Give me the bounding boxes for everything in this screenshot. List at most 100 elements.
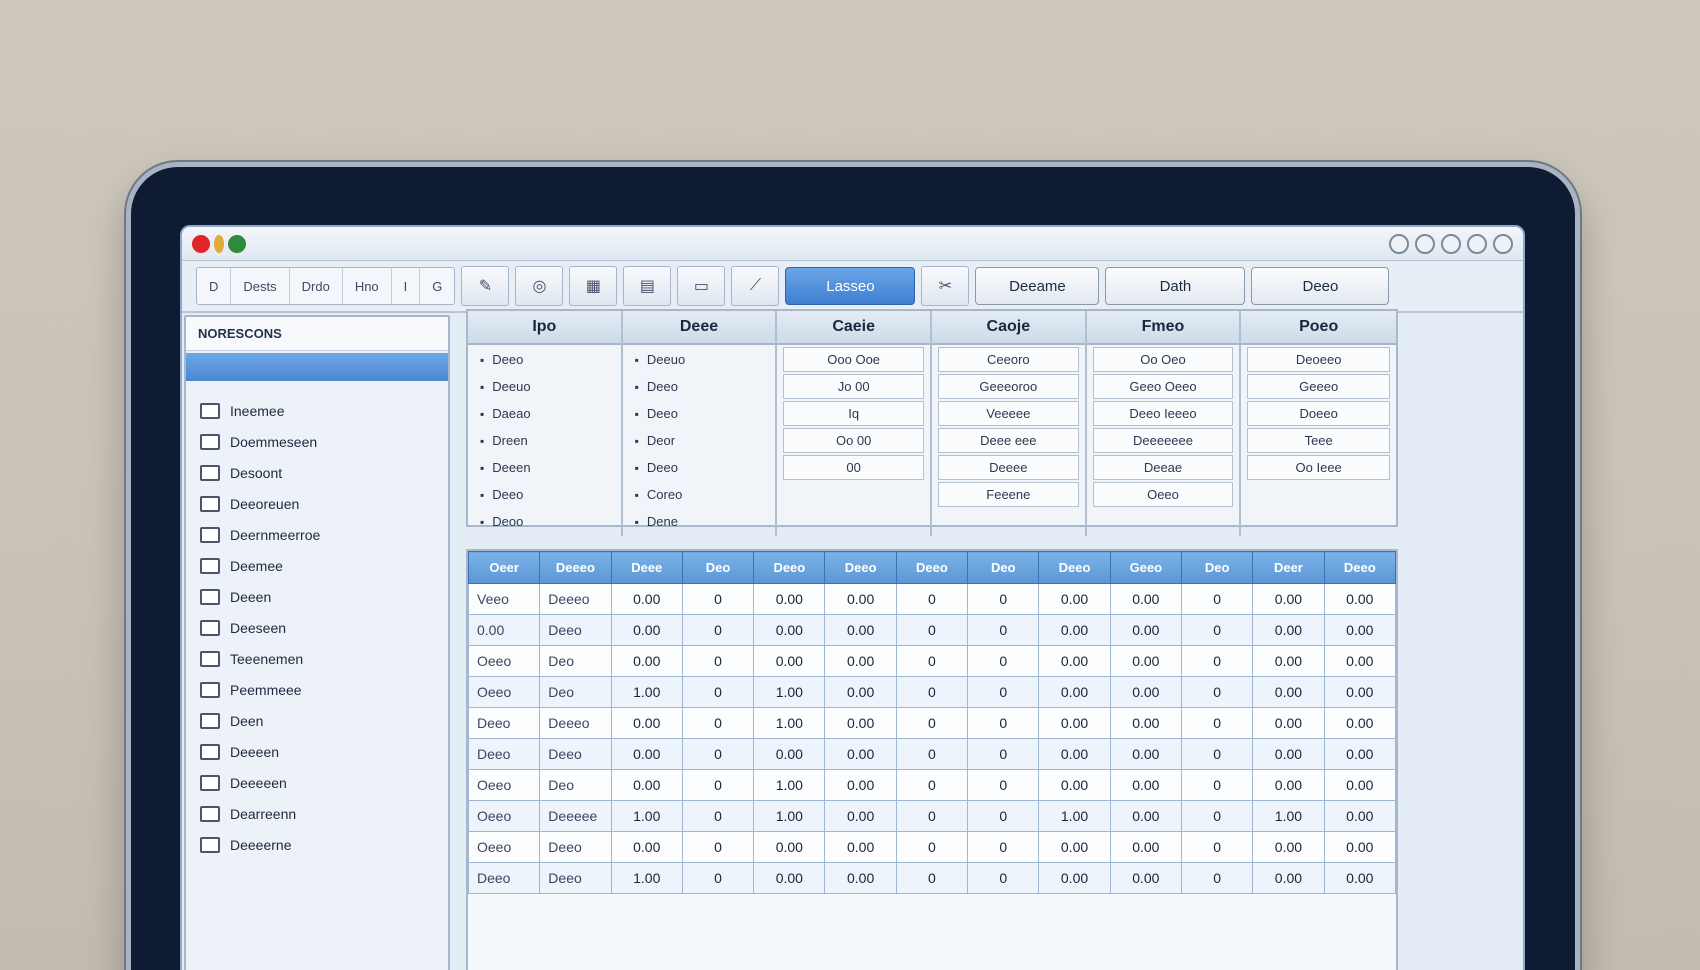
property-value[interactable]: Deeeeeee xyxy=(1092,428,1234,453)
property-value[interactable]: Iq xyxy=(783,401,924,426)
sidebar-item[interactable]: Desoont xyxy=(186,457,448,488)
property-value[interactable]: Geeeo xyxy=(1247,374,1390,399)
property-value[interactable]: Jo 00 xyxy=(783,374,924,399)
edit-icon[interactable]: ✎ xyxy=(461,266,510,306)
property-value[interactable]: Oo Ieee xyxy=(1247,455,1390,480)
toolbar-segment[interactable]: Dests xyxy=(231,268,290,304)
sidebar-item[interactable]: Deen xyxy=(186,705,448,736)
property-column-header[interactable]: Ipo xyxy=(468,311,621,345)
toolbar-segment[interactable]: Drdo xyxy=(290,268,343,304)
sidebar-item[interactable]: Deeeerne xyxy=(186,829,448,860)
property-column-header[interactable]: Fmeo xyxy=(1086,311,1240,345)
toolbar-button[interactable]: Deeo xyxy=(1251,267,1390,305)
table-cell: 0 xyxy=(681,707,755,739)
property-value[interactable]: Deeae xyxy=(1092,455,1234,480)
settings-icon[interactable] xyxy=(1467,233,1487,254)
table-row[interactable]: Oeeo Deeo 0.00 0 0.00 0.00 0 0 0.00 0.00 0 0.00 0.00 xyxy=(468,831,1396,863)
sidebar-item[interactable]: Deeoreuen xyxy=(186,488,448,519)
toolbar-segment[interactable]: D xyxy=(197,268,232,304)
table-cell: 0 xyxy=(895,800,969,832)
sidebar-selected-item[interactable] xyxy=(186,353,448,381)
table-row[interactable]: Deeo Deeo 0.00 0 0.00 0.00 0 0 0.00 0.00 0 0.00 0.00 xyxy=(468,738,1396,770)
close-icon[interactable] xyxy=(1493,233,1513,254)
table-row[interactable]: Oeeo Deo 0.00 0 0.00 0.00 0 0 0.00 0.00 0 0.00 0.00 xyxy=(468,645,1396,677)
property-value[interactable]: Ooo Ooe xyxy=(783,347,924,372)
property-column-header[interactable]: Caeie xyxy=(777,311,930,345)
minimize-icon[interactable] xyxy=(1389,233,1409,254)
sidebar-item[interactable]: Deeen xyxy=(186,581,448,612)
chart-icon[interactable]: ▤ xyxy=(623,266,672,306)
toolbar-segment[interactable]: G xyxy=(420,268,454,304)
property-column-header[interactable]: Poeo xyxy=(1241,311,1396,345)
sidebar-item[interactable]: Doemmeseen xyxy=(186,426,448,457)
minimize-button[interactable] xyxy=(214,234,224,253)
sidebar-item[interactable]: Teeenemen xyxy=(186,643,448,674)
column-header[interactable]: Deeeo xyxy=(539,551,612,584)
info-icon[interactable] xyxy=(1415,233,1435,254)
sidebar-item[interactable]: Deeseen xyxy=(186,612,448,643)
table-row[interactable]: Deeo Deeo 1.00 0 0.00 0.00 0 0 0.00 0.00 0 0.00 0.00 xyxy=(468,862,1396,894)
pen-icon[interactable]: ⟋ xyxy=(731,266,780,306)
column-header[interactable]: Deee xyxy=(610,551,683,584)
circle-icon[interactable]: ◎ xyxy=(515,266,564,306)
property-value[interactable]: Feeene xyxy=(938,482,1079,507)
property-value[interactable]: 00 xyxy=(783,455,924,480)
property-value[interactable]: Geeeoroo xyxy=(938,374,1079,399)
property-column-header[interactable]: Deee xyxy=(622,311,776,345)
column-header[interactable]: Deeo xyxy=(824,551,897,584)
column-header[interactable]: Deer xyxy=(1252,551,1325,584)
column-header[interactable]: Oeer xyxy=(468,551,541,584)
table-row[interactable]: Oeeo Deo 1.00 0 1.00 0.00 0 0 0.00 0.00 0 0.00 0.00 xyxy=(468,676,1396,708)
property-column-header[interactable]: Caoje xyxy=(932,311,1085,345)
sidebar-item[interactable]: Deeeeen xyxy=(186,767,448,798)
property-value[interactable]: Oeeo xyxy=(1092,482,1234,507)
image-icon[interactable]: ▭ xyxy=(677,266,726,306)
toolbar-button[interactable]: Dath xyxy=(1105,267,1246,305)
close-button[interactable] xyxy=(192,234,210,253)
column-header[interactable]: Deo xyxy=(681,551,755,584)
property-value[interactable]: Oo Oeo xyxy=(1092,347,1234,372)
grid-icon[interactable]: ▦ xyxy=(569,266,618,306)
table-cell: 0 xyxy=(681,831,755,863)
property-value[interactable]: Deeo Ieeeo xyxy=(1092,401,1234,426)
sidebar-item[interactable]: Dearreenn xyxy=(186,798,448,829)
table-cell: 0 xyxy=(895,707,969,739)
column-header[interactable]: Deeo xyxy=(753,551,826,584)
sidebar-item[interactable]: Deernmeerroe xyxy=(186,519,448,550)
table-cell: 0 xyxy=(1180,862,1254,894)
property-value[interactable]: Geeo Oeeo xyxy=(1092,374,1234,399)
property-value[interactable]: Teee xyxy=(1247,428,1390,453)
table-row[interactable]: Deeo Deeeo 0.00 0 1.00 0.00 0 0 0.00 0.00 0 0.00 0.0… xyxy=(468,707,1396,739)
table-row[interactable]: Oeeo Deeeee 1.00 0 1.00 0.00 0 0 1.00 0.00 0 1.00 0.… xyxy=(468,800,1396,832)
property-value[interactable]: Ceeoro xyxy=(938,347,1079,372)
property-value[interactable]: Oo 00 xyxy=(783,428,924,453)
sidebar-item[interactable]: Deemee xyxy=(186,550,448,581)
property-value[interactable]: Doeeo xyxy=(1247,401,1390,426)
table-row[interactable]: Veeo Deeeo 0.00 0 0.00 0.00 0 0 0.00 0.00 0 0.00 0.0… xyxy=(468,583,1396,615)
toolbar-segment[interactable]: I xyxy=(392,268,421,304)
property-value: Deeo xyxy=(629,455,770,480)
zoom-button[interactable] xyxy=(228,234,246,253)
table-cell: 0.00 xyxy=(1323,862,1396,894)
property-value[interactable]: Deoeeo xyxy=(1247,347,1390,372)
sidebar-item-label: Deeeerne xyxy=(230,836,292,853)
primary-action-button[interactable]: Lasseo xyxy=(785,267,916,305)
toolbar-segment[interactable]: Hno xyxy=(343,268,392,304)
sidebar-item[interactable]: Peemmeee xyxy=(186,674,448,705)
property-value[interactable]: Veeeee xyxy=(938,401,1079,426)
column-header[interactable]: Deeo xyxy=(1323,551,1396,584)
property-value[interactable]: Deeee xyxy=(938,455,1079,480)
column-header[interactable]: Geeo xyxy=(1109,551,1182,584)
column-header[interactable]: Deeo xyxy=(895,551,969,584)
column-header[interactable]: Deeo xyxy=(1038,551,1111,584)
toolbar-button[interactable]: Deeame xyxy=(975,267,1100,305)
property-value[interactable]: Deee eee xyxy=(938,428,1079,453)
table-row[interactable]: Oeeo Deo 0.00 0 1.00 0.00 0 0 0.00 0.00 0 0.00 0.00 xyxy=(468,769,1396,801)
column-header[interactable]: Deo xyxy=(1180,551,1254,584)
cut-icon[interactable]: ✂ xyxy=(921,266,970,306)
sync-icon[interactable] xyxy=(1441,233,1461,254)
sidebar-item[interactable]: Deeeen xyxy=(186,736,448,767)
column-header[interactable]: Deo xyxy=(967,551,1040,584)
table-row[interactable]: 0.00 Deeo 0.00 0 0.00 0.00 0 0 0.00 0.00 0 0.00 0.00 xyxy=(468,614,1396,646)
sidebar-item[interactable]: Ineemee xyxy=(186,395,448,426)
